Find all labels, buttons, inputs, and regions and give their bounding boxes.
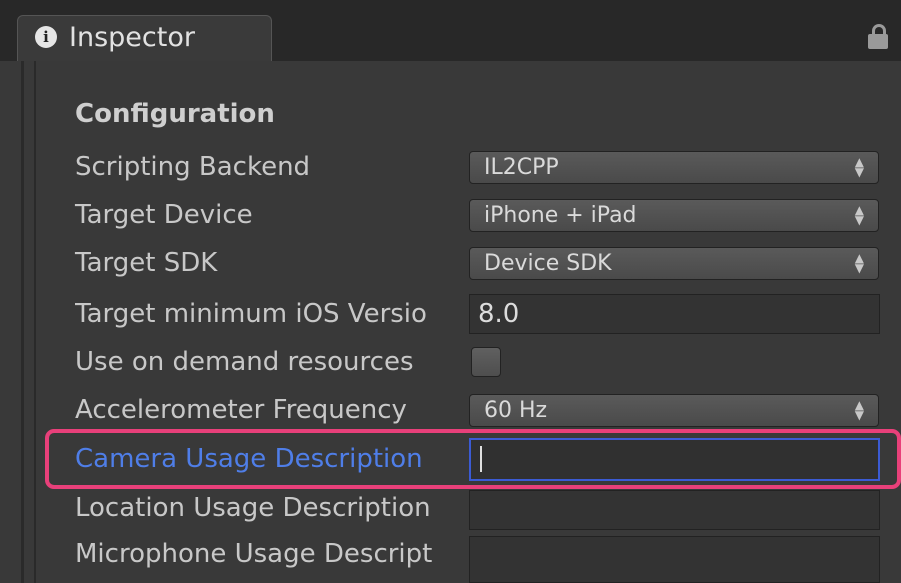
panel-divider <box>21 61 24 583</box>
target-device-value: iPhone + iPad <box>484 203 637 228</box>
dropdown-arrows-icon: ▲ ▼ <box>854 155 864 179</box>
target-sdk-value: Device SDK <box>484 251 612 276</box>
min-ios-version-value: 8.0 <box>478 299 520 329</box>
target-device-dropdown[interactable]: iPhone + iPad ▲ ▼ <box>469 199 879 232</box>
target-device-label: Target Device <box>75 200 253 230</box>
accelerometer-frequency-label: Accelerometer Frequency <box>75 395 407 425</box>
microphone-usage-description-label: Microphone Usage Descript <box>75 539 433 569</box>
dropdown-arrows-icon: ▲ ▼ <box>854 203 864 227</box>
target-sdk-dropdown[interactable]: Device SDK ▲ ▼ <box>469 247 879 280</box>
min-ios-version-field[interactable]: 8.0 <box>469 294 880 334</box>
target-sdk-label: Target SDK <box>75 248 218 278</box>
info-icon: i <box>35 26 57 48</box>
accelerometer-frequency-value: 60 Hz <box>484 398 548 423</box>
location-usage-description-field[interactable] <box>469 490 880 530</box>
dropdown-arrows-icon: ▲ ▼ <box>854 398 864 422</box>
highlight-box <box>45 429 901 489</box>
tab-title: Inspector <box>69 22 195 53</box>
inspector-window: i Inspector Configuration Scripting Back… <box>0 0 901 583</box>
scripting-backend-value: IL2CPP <box>484 155 559 180</box>
on-demand-resources-label: Use on demand resources <box>75 347 414 377</box>
panel-divider <box>34 61 36 583</box>
accelerometer-frequency-dropdown[interactable]: 60 Hz ▲ ▼ <box>469 394 879 427</box>
min-ios-version-label: Target minimum iOS Versio <box>75 299 427 329</box>
lock-icon[interactable] <box>868 24 888 50</box>
on-demand-resources-checkbox[interactable] <box>471 347 501 377</box>
microphone-usage-description-field[interactable] <box>469 536 880 583</box>
tab-inspector[interactable]: i Inspector <box>17 15 272 62</box>
dropdown-arrows-icon: ▲ ▼ <box>854 251 864 275</box>
scripting-backend-label: Scripting Backend <box>75 152 311 182</box>
location-usage-description-label: Location Usage Description <box>75 493 431 523</box>
scripting-backend-dropdown[interactable]: IL2CPP ▲ ▼ <box>469 151 879 184</box>
section-title: Configuration <box>75 99 275 129</box>
